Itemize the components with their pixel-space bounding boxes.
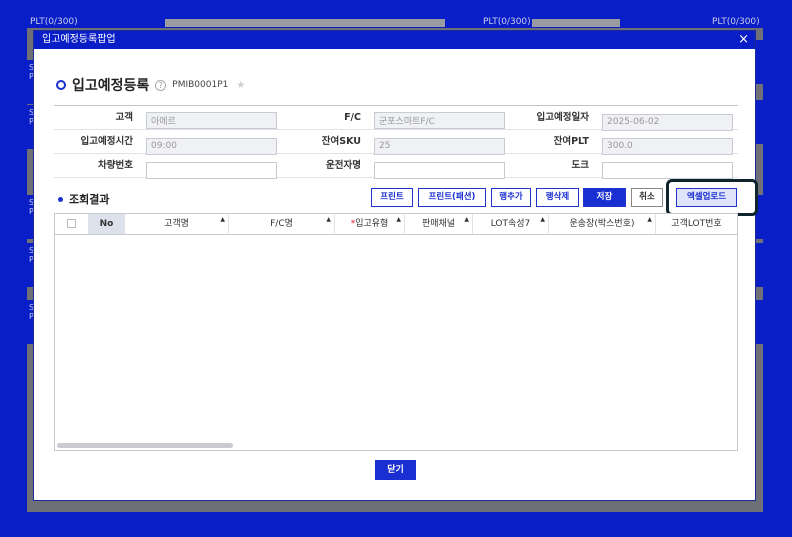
background-side-band-right	[755, 243, 763, 287]
sort-icon[interactable]: ▲	[464, 216, 469, 223]
form-row: 고객 F/C 입고예정일자	[54, 106, 738, 131]
delete-row-button[interactable]: 행삭제	[536, 188, 579, 207]
sort-icon[interactable]: ▲	[647, 216, 652, 223]
customer-label: 고객	[115, 112, 133, 123]
background-plt-label: PLT(0/300)	[483, 17, 531, 27]
customer-field[interactable]	[146, 112, 277, 129]
column-header-waybill[interactable]: 운송장(박스번호) ▲	[549, 214, 656, 234]
save-button[interactable]: 저장	[583, 188, 626, 207]
column-header-inbound-type[interactable]: *입고유형 ▲	[335, 214, 405, 234]
screen-id: PMIB0001P1	[172, 80, 229, 90]
vehicle-number-field[interactable]	[146, 161, 277, 179]
title-bullet-icon	[56, 80, 66, 90]
remaining-sku-field[interactable]	[374, 137, 505, 155]
popup-title: 입고예정등록팝업	[42, 34, 116, 45]
expected-date-field[interactable]	[602, 113, 733, 131]
add-row-button[interactable]: 행추가	[491, 188, 531, 207]
sort-icon[interactable]: ▲	[396, 216, 401, 223]
remaining-sku-label: 잔여SKU	[321, 136, 361, 147]
favorite-star-icon[interactable]: ★	[236, 80, 245, 91]
sort-icon[interactable]: ▲	[220, 216, 225, 223]
grid-header: No 고객명 ▲ F/C명 ▲ *입고유형 ▲ 판매채널 ▲ LOT속성7 ▲ 운송장(박…	[55, 214, 737, 235]
highlight-frame	[666, 179, 758, 216]
print-button[interactable]: 프린트	[371, 188, 413, 207]
remaining-plt-label: 잔여PLT	[553, 136, 589, 147]
cancel-button[interactable]: 취소	[631, 188, 663, 207]
print-fashion-button[interactable]: 프린트(패션)	[418, 188, 486, 207]
close-button[interactable]: 닫기	[375, 460, 416, 480]
remaining-plt-field[interactable]	[602, 137, 733, 155]
expected-time-field[interactable]	[146, 137, 277, 155]
search-form: 고객 F/C 입고예정일자 입고예정시간 잔여SKU 잔여PLT 차량번호 운전…	[54, 105, 738, 179]
column-header-fc-name[interactable]: F/C명 ▲	[229, 214, 335, 234]
popup-header: 입고예정등록팝업 ×	[34, 31, 755, 49]
form-row: 입고예정시간 잔여SKU 잔여PLT	[54, 130, 738, 155]
column-header-lot-attr7[interactable]: LOT속성7 ▲	[473, 214, 549, 234]
expected-date-label: 입고예정일자	[536, 112, 589, 123]
horizontal-scrollbar[interactable]	[57, 443, 233, 448]
results-title: 조회결과	[58, 191, 109, 207]
background-plt-label: PLT(0/300)	[712, 17, 760, 27]
page-title-row: 입고예정등록 ? PMIB0001P1 ★	[56, 75, 245, 95]
column-header-customer-name[interactable]: 고객명 ▲	[125, 214, 229, 234]
results-grid: No 고객명 ▲ F/C명 ▲ *입고유형 ▲ 판매채널 ▲ LOT속성7 ▲ 운송장(박…	[54, 213, 738, 451]
column-header-sales-channel[interactable]: 판매채널 ▲	[405, 214, 473, 234]
fc-label: F/C	[344, 112, 361, 123]
sort-icon[interactable]: ▲	[540, 216, 545, 223]
select-all-checkbox[interactable]	[55, 214, 89, 234]
results-title-text: 조회결과	[69, 193, 110, 206]
background-bar	[165, 19, 445, 27]
driver-name-field[interactable]	[374, 161, 505, 179]
dock-field[interactable]	[602, 161, 733, 179]
background-bar	[532, 19, 620, 27]
column-header-no[interactable]: No	[89, 214, 125, 234]
page-title: 입고예정등록	[72, 78, 150, 94]
results-bullet-icon	[58, 196, 63, 202]
driver-name-label: 운전자명	[326, 160, 361, 171]
background-side-band-right	[755, 40, 763, 84]
expected-time-label: 입고예정시간	[80, 136, 133, 147]
vehicle-number-label: 차량번호	[98, 160, 133, 171]
form-row: 차량번호 운전자명 도크	[54, 154, 738, 179]
background-side-band-right	[755, 100, 763, 144]
fc-field[interactable]	[374, 112, 505, 129]
popup-window: 입고예정등록팝업 × 입고예정등록 ? PMIB0001P1 ★ 고객 F/C …	[33, 30, 758, 501]
background-side-band-right	[755, 300, 763, 344]
dock-label: 도크	[571, 160, 589, 171]
sort-icon[interactable]: ▲	[326, 216, 331, 223]
close-icon[interactable]: ×	[738, 31, 749, 49]
help-icon[interactable]: ?	[155, 79, 167, 91]
column-header-customer-lot[interactable]: 고객LOT번호	[656, 214, 737, 234]
background-plt-label: PLT(0/300)	[30, 17, 78, 27]
